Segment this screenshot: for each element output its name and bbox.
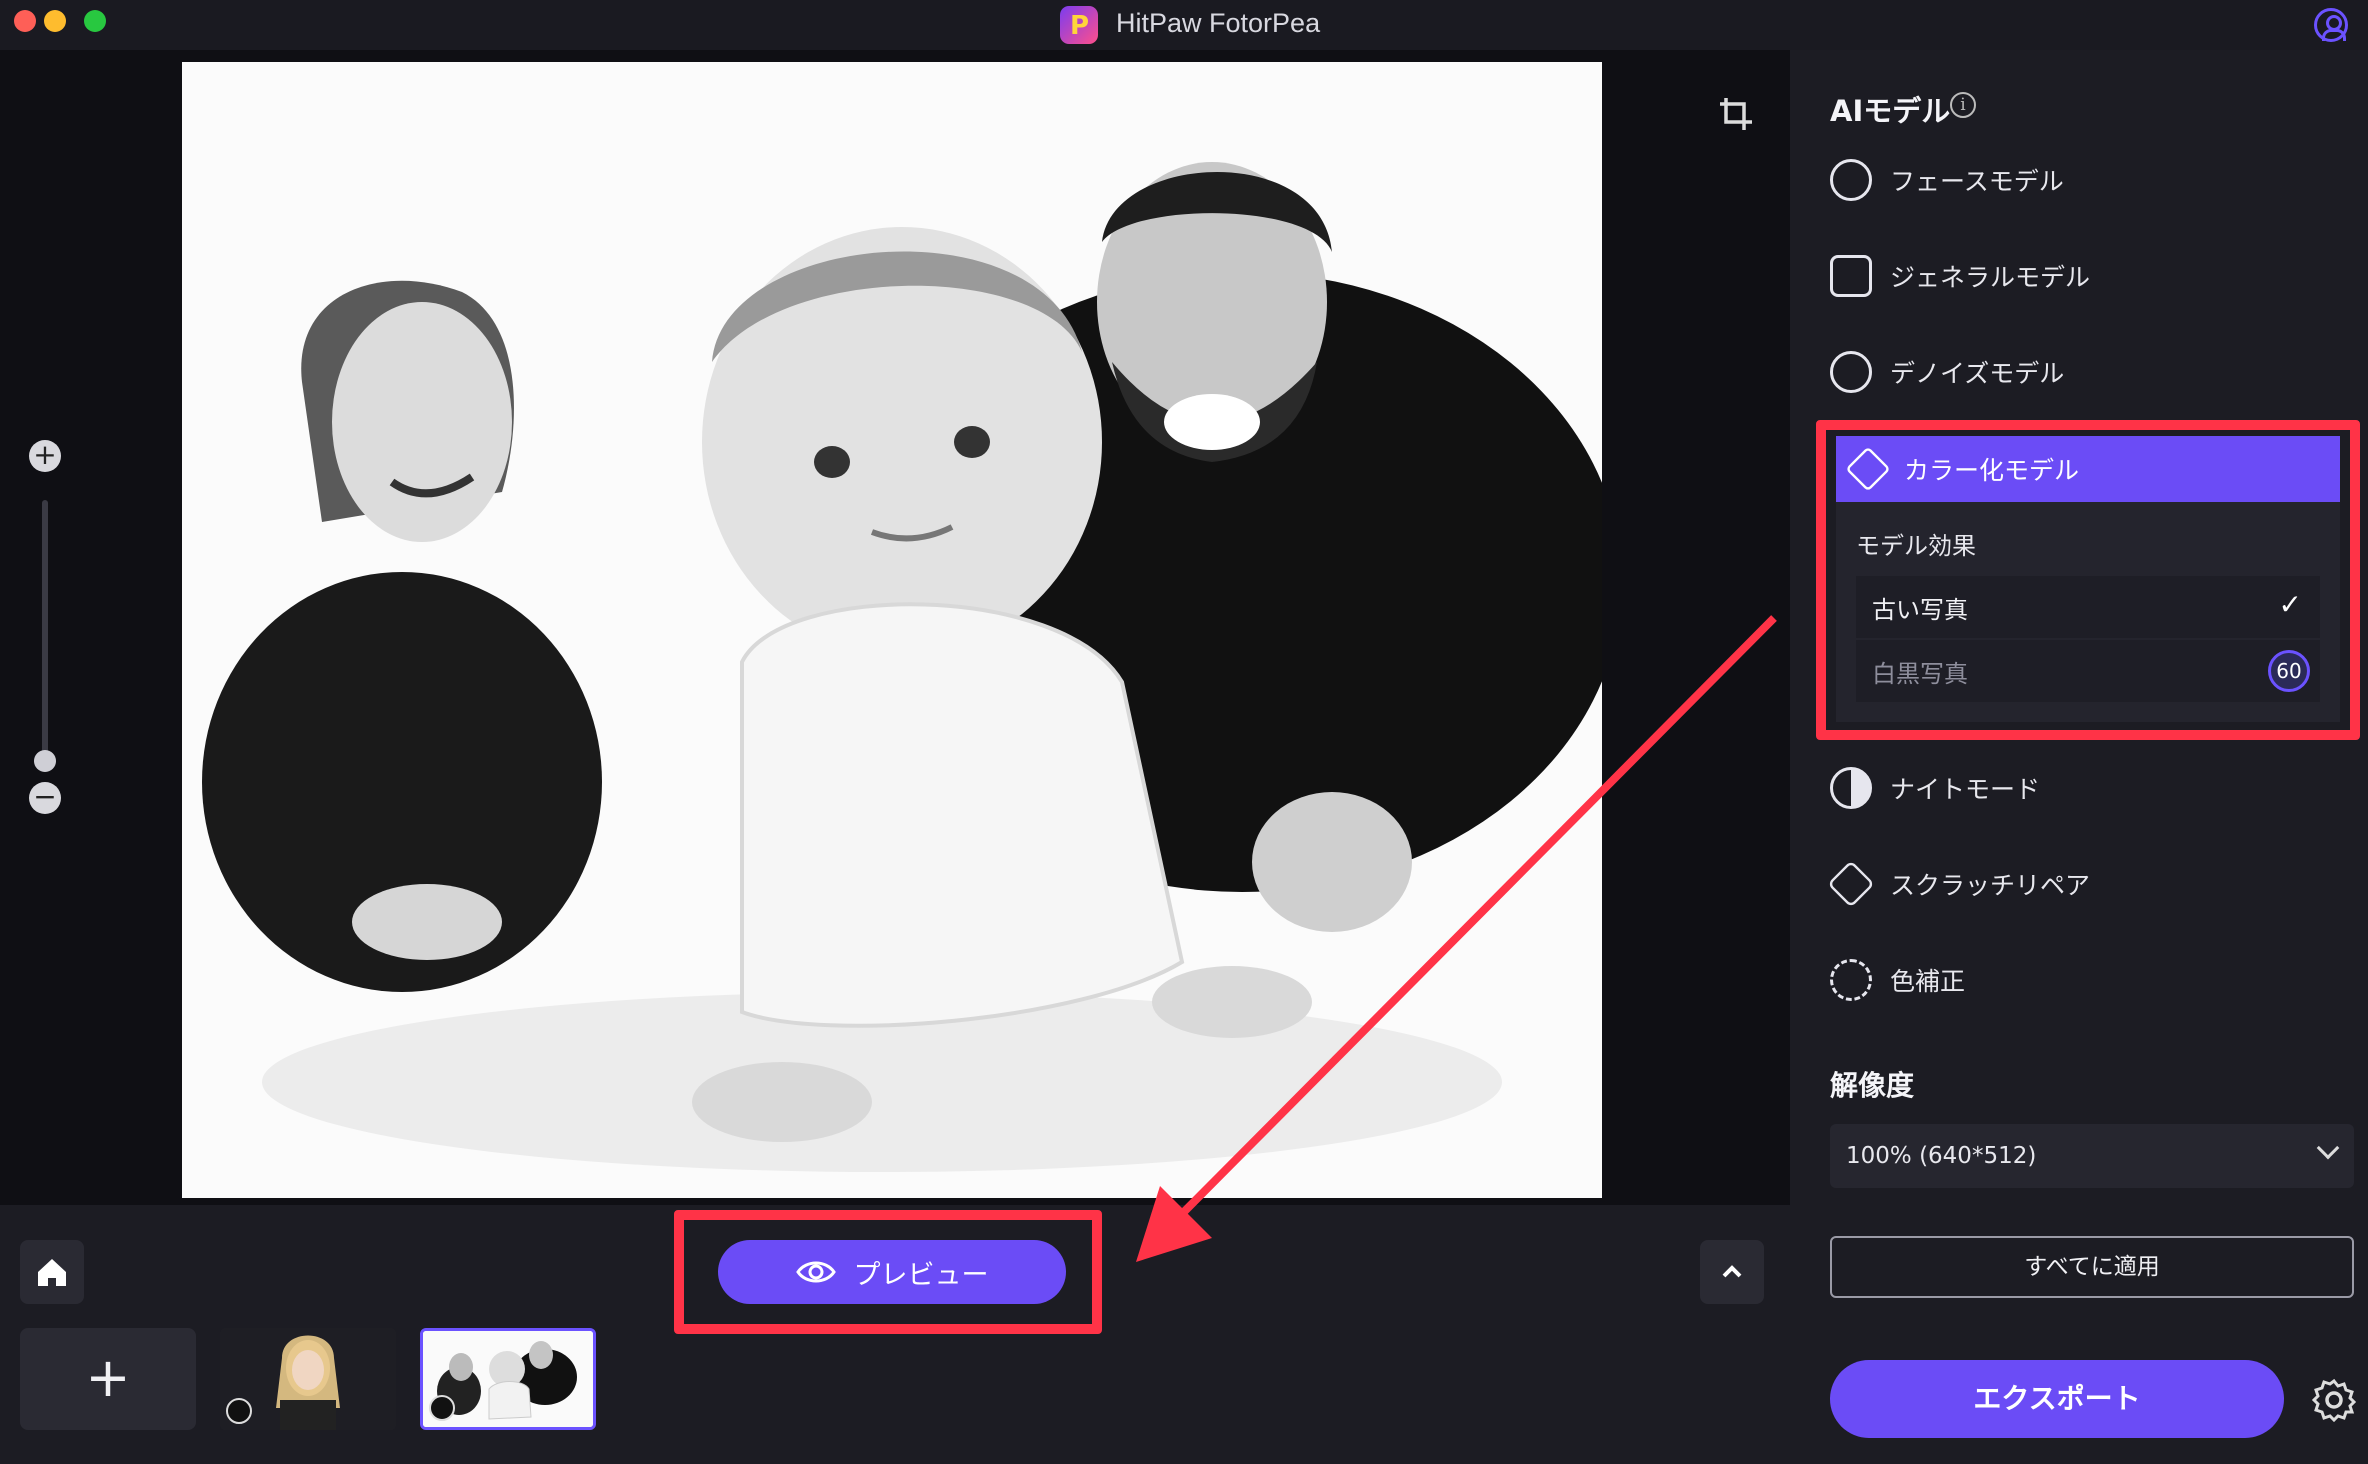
chevron-down-icon [2316, 1136, 2340, 1160]
scratch-icon [1827, 860, 1875, 908]
zoom-in-button[interactable]: + [29, 440, 61, 472]
model-item-face[interactable]: フェースモデル [1830, 150, 2350, 210]
model-item-color-adjust[interactable]: 色補正 [1830, 950, 2350, 1010]
resolution-select[interactable]: 100% (640*512) [1830, 1124, 2354, 1188]
home-button[interactable] [20, 1240, 84, 1304]
model-label: デノイズモデル [1890, 359, 2065, 388]
maximize-window-button[interactable] [84, 10, 106, 32]
photo-illustration [182, 62, 1602, 1198]
app-logo-icon: P [1060, 6, 1098, 44]
chevron-up-icon [1722, 1265, 1742, 1278]
model-label: フェースモデル [1890, 167, 2064, 196]
export-button[interactable]: エクスポート [1830, 1360, 2284, 1438]
model-item-general[interactable]: ジェネラルモデル [1830, 246, 2350, 306]
crop-icon[interactable] [1718, 96, 1754, 132]
thumbnail-portrait[interactable] [220, 1328, 396, 1430]
half-circle-icon [1830, 767, 1872, 809]
color-adjust-icon [1830, 959, 1872, 1001]
zoom-out-button[interactable]: − [29, 782, 61, 814]
thumbnail-family-selected[interactable] [420, 1328, 596, 1430]
model-label: ジェネラルモデル [1890, 263, 2091, 292]
user-account-icon[interactable] [2314, 8, 2348, 42]
app-title: HitPaw FotorPea [1116, 8, 1321, 38]
minimize-window-button[interactable] [44, 10, 66, 32]
image-icon [1830, 255, 1872, 297]
info-icon[interactable]: i [1950, 92, 1976, 118]
add-image-button[interactable]: + [20, 1328, 196, 1430]
zoom-slider-handle[interactable] [34, 750, 56, 772]
model-item-night[interactable]: ナイトモード [1830, 758, 2350, 818]
model-item-denoise[interactable]: デノイズモデル [1830, 342, 2350, 402]
resolution-value: 100% (640*512) [1846, 1143, 2037, 1169]
denoise-icon [1830, 351, 1872, 393]
home-icon [38, 1259, 66, 1286]
model-item-scratch[interactable]: スクラッチリペア [1827, 854, 2350, 914]
face-icon [1830, 159, 1872, 201]
family-photo [182, 62, 1602, 1198]
preview-highlight-box [674, 1210, 1102, 1334]
colorize-highlight-box [1816, 420, 2360, 740]
zoom-slider[interactable] [42, 500, 48, 762]
apply-all-button[interactable]: すべてに適用 [1830, 1236, 2354, 1298]
resolution-title: 解像度 [1830, 1069, 1915, 1102]
model-label: スクラッチリペア [1890, 871, 2091, 900]
expand-panel-button[interactable] [1700, 1240, 1764, 1304]
model-label: ナイトモード [1890, 775, 2041, 804]
model-label: 色補正 [1890, 967, 1966, 996]
colorize-badge-icon [429, 1395, 455, 1421]
panel-title: AIモデル [1830, 94, 1951, 128]
close-window-button[interactable] [14, 10, 36, 32]
face-model-badge-icon [226, 1398, 252, 1424]
gear-icon[interactable] [2312, 1378, 2356, 1422]
